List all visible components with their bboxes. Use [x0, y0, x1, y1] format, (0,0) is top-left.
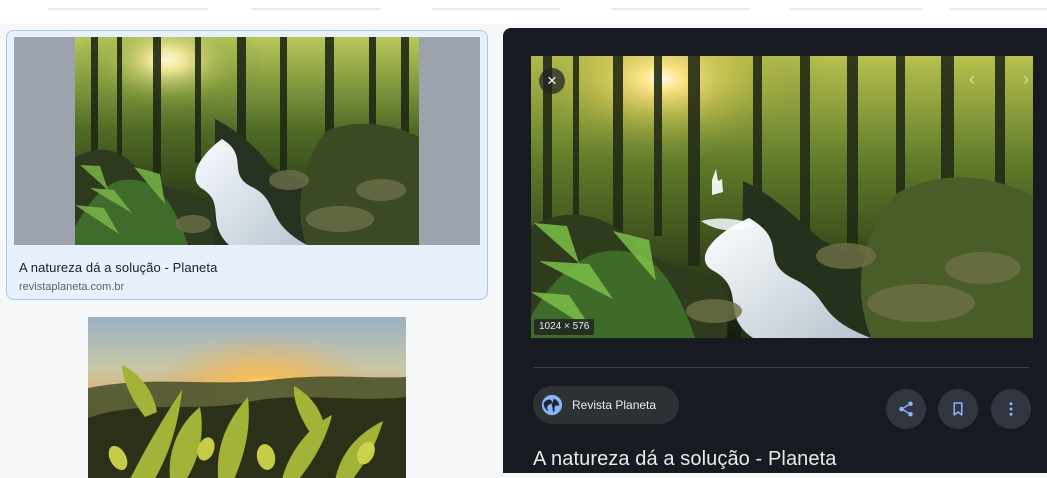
result-source[interactable]: revistaplaneta.com.br	[19, 281, 124, 293]
forest-waterfall-thumbnail	[75, 37, 419, 245]
share-icon	[899, 401, 913, 417]
image-result-card[interactable]	[6, 308, 488, 478]
result-title[interactable]: A natureza dá a solução - Planeta	[19, 260, 217, 275]
image-result-card-selected[interactable]: A natureza dá a solução - Planeta revist…	[6, 30, 488, 300]
result-thumbnail[interactable]	[14, 37, 480, 245]
more-vert-icon	[1009, 402, 1013, 416]
image-dimensions-badge: 1024 × 576	[534, 319, 595, 335]
more-options-button[interactable]	[991, 389, 1031, 429]
close-icon: ×	[547, 71, 557, 90]
filter-chip[interactable]	[252, 8, 380, 10]
preview-title[interactable]: A natureza dá a solução - Planeta	[533, 448, 837, 471]
selected-image-preview[interactable]	[531, 56, 1033, 338]
filter-chip[interactable]	[612, 8, 750, 10]
chevron-right-icon[interactable]: ›	[1023, 69, 1029, 93]
sunrise-tea-leaves-thumbnail[interactable]	[88, 317, 406, 478]
filter-chip[interactable]	[48, 8, 208, 10]
share-button[interactable]	[886, 389, 926, 429]
filter-chip[interactable]	[790, 8, 922, 10]
source-button[interactable]: Revista Planeta	[533, 386, 679, 424]
close-preview-button[interactable]: ×	[539, 68, 565, 94]
top-filter-bar	[0, 0, 1047, 24]
source-name: Revista Planeta	[572, 398, 657, 412]
image-preview-panel: × ‹ › 1024 × 576 Revista Planeta A natur…	[503, 28, 1047, 473]
filter-chip[interactable]	[432, 8, 560, 10]
image-navigation: ‹ ›	[969, 69, 1029, 93]
globe-icon	[541, 394, 563, 416]
bookmark-icon	[953, 402, 963, 416]
save-button[interactable]	[938, 389, 978, 429]
filter-chip[interactable]	[950, 8, 1047, 10]
chevron-left-icon[interactable]: ‹	[969, 69, 975, 93]
viewer-divider	[533, 367, 1029, 368]
